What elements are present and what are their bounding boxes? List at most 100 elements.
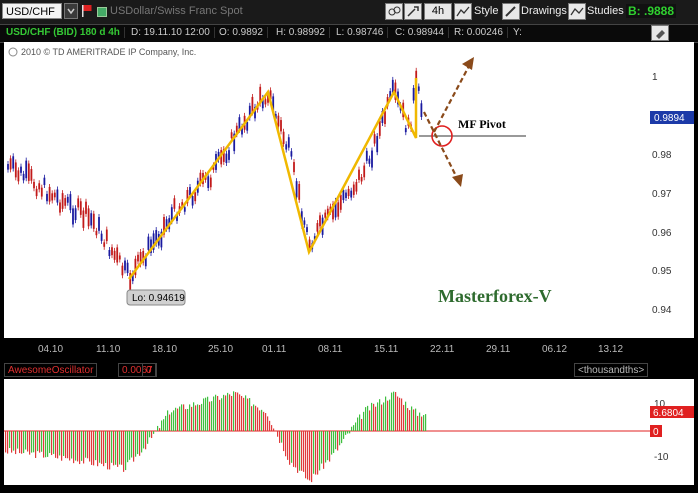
oscillator-bar bbox=[239, 394, 241, 431]
oscillator-bar bbox=[259, 410, 261, 431]
oscillator-bar bbox=[331, 431, 333, 455]
candle-body bbox=[35, 188, 38, 197]
oscillator-bar bbox=[379, 399, 381, 431]
candle-body bbox=[105, 229, 108, 242]
candle-body bbox=[12, 156, 15, 169]
oscillator-name[interactable]: AwesomeOscillator bbox=[4, 363, 98, 377]
oscillator-bar bbox=[303, 431, 305, 472]
candle-body bbox=[319, 215, 321, 227]
oscillator-bar bbox=[89, 431, 91, 462]
oscillator-header: AwesomeOscillator 0.0067 0 <thousandths> bbox=[0, 362, 650, 378]
oscillator-zero: 0 bbox=[142, 363, 156, 377]
oscillator-bar bbox=[127, 431, 129, 463]
candle-body bbox=[308, 239, 311, 248]
style-label[interactable]: Style bbox=[474, 5, 498, 17]
oscillator-bar bbox=[49, 431, 51, 454]
oscillator-bar bbox=[111, 431, 113, 463]
candle-body bbox=[194, 192, 197, 202]
oscillator-bar bbox=[31, 431, 33, 453]
settings-button[interactable] bbox=[404, 3, 422, 20]
style-button[interactable] bbox=[454, 3, 472, 20]
price-axis[interactable]: 1 0.98 0.97 0.96 0.95 0.94 0.9894 bbox=[650, 42, 694, 338]
candle-body bbox=[404, 128, 407, 133]
oscillator-bar bbox=[417, 415, 419, 431]
drawings-button[interactable] bbox=[502, 3, 520, 20]
oscillator-bar bbox=[399, 397, 401, 431]
oscillator-bar bbox=[313, 431, 315, 474]
price-chart[interactable]: 2010 © TD AMERITRADE IP Company, Inc. Lo… bbox=[4, 42, 650, 338]
oscillator-bar bbox=[273, 428, 275, 431]
link-icon bbox=[388, 6, 401, 16]
info-low: L: 0.98746 bbox=[336, 27, 389, 38]
oscillator-bar bbox=[43, 431, 45, 458]
candle-body bbox=[368, 158, 371, 164]
link-button[interactable] bbox=[385, 3, 403, 20]
oscillator-bar bbox=[269, 420, 271, 431]
oscillator-bar bbox=[347, 431, 349, 434]
oscillator-bar bbox=[139, 431, 141, 456]
chevron-down-icon bbox=[67, 8, 75, 15]
oscillator-bar bbox=[371, 402, 373, 431]
candle-body bbox=[360, 177, 363, 182]
oscillator-bar bbox=[223, 394, 225, 431]
candle-body bbox=[59, 202, 61, 213]
oscillator-bar bbox=[285, 431, 287, 457]
oscillator-bar bbox=[117, 431, 119, 467]
candle-body bbox=[225, 153, 228, 163]
oscillator-bar bbox=[307, 431, 309, 480]
price-chart-canvas[interactable]: 2010 © TD AMERITRADE IP Company, Inc. Lo… bbox=[4, 42, 650, 338]
price-tick: 1 bbox=[652, 72, 658, 83]
candle-body bbox=[285, 144, 288, 150]
color-square-icon[interactable] bbox=[97, 7, 107, 17]
oscillator-bar bbox=[301, 431, 303, 471]
oscillator-bar bbox=[23, 431, 25, 454]
oscillator-bar bbox=[11, 431, 13, 453]
candle-body bbox=[90, 213, 93, 226]
date-axis[interactable]: 04.10 11.10 18.10 25.10 01.11 08.11 15.11 22.11… bbox=[0, 338, 650, 360]
date-tick: 18.10 bbox=[152, 344, 177, 355]
oscillator-bar bbox=[317, 431, 319, 475]
candle-body bbox=[98, 217, 100, 231]
oscillator-bar bbox=[207, 396, 209, 431]
flag-icon[interactable] bbox=[82, 5, 92, 17]
oscillator-bar bbox=[193, 402, 195, 431]
timeframe-button[interactable]: 4h bbox=[424, 3, 452, 20]
oscillator-bar bbox=[121, 431, 123, 465]
candle-body bbox=[72, 208, 74, 225]
oscillator-bar bbox=[243, 397, 245, 431]
oscillator-units: <thousandths> bbox=[574, 363, 649, 377]
oscillator-chart[interactable] bbox=[4, 379, 650, 485]
studies-label[interactable]: Studies bbox=[587, 5, 624, 17]
oscillator-bar bbox=[387, 400, 389, 431]
oscillator-bar bbox=[115, 431, 117, 465]
studies-button[interactable] bbox=[568, 3, 586, 20]
oscillator-bar bbox=[261, 409, 263, 431]
price-tick: 0.96 bbox=[652, 228, 672, 239]
oscillator-bar bbox=[169, 414, 171, 431]
candle-body bbox=[287, 137, 290, 148]
oscillator-bar bbox=[351, 426, 353, 431]
oscillator-bar bbox=[381, 404, 383, 431]
oscillator-bar bbox=[191, 406, 193, 431]
oscillator-bar bbox=[225, 395, 227, 431]
drawings-label[interactable]: Drawings bbox=[521, 5, 567, 17]
oscillator-bar bbox=[391, 392, 393, 431]
oscillator-axis: 10 0 -10 6.6804 0 bbox=[650, 379, 694, 485]
candle-body bbox=[20, 166, 22, 173]
candle-body bbox=[293, 162, 295, 173]
oscillator-bar bbox=[79, 431, 81, 465]
oscillator-bar bbox=[251, 406, 253, 431]
candle-body bbox=[246, 121, 249, 131]
clear-drawings-button[interactable] bbox=[651, 25, 669, 41]
symbol-input[interactable]: USD/CHF bbox=[2, 3, 62, 19]
pencil-icon bbox=[505, 6, 516, 17]
oscillator-bar bbox=[157, 425, 159, 431]
oscillator-bar bbox=[97, 431, 99, 467]
oscillator-bar bbox=[339, 431, 341, 446]
oscillator-bar bbox=[365, 407, 367, 431]
symbol-lookup-button[interactable] bbox=[64, 3, 78, 19]
oscillator-bar bbox=[249, 398, 251, 431]
oscillator-bar bbox=[129, 431, 131, 460]
oscillator-bar bbox=[333, 431, 335, 453]
candle-body bbox=[43, 177, 46, 186]
